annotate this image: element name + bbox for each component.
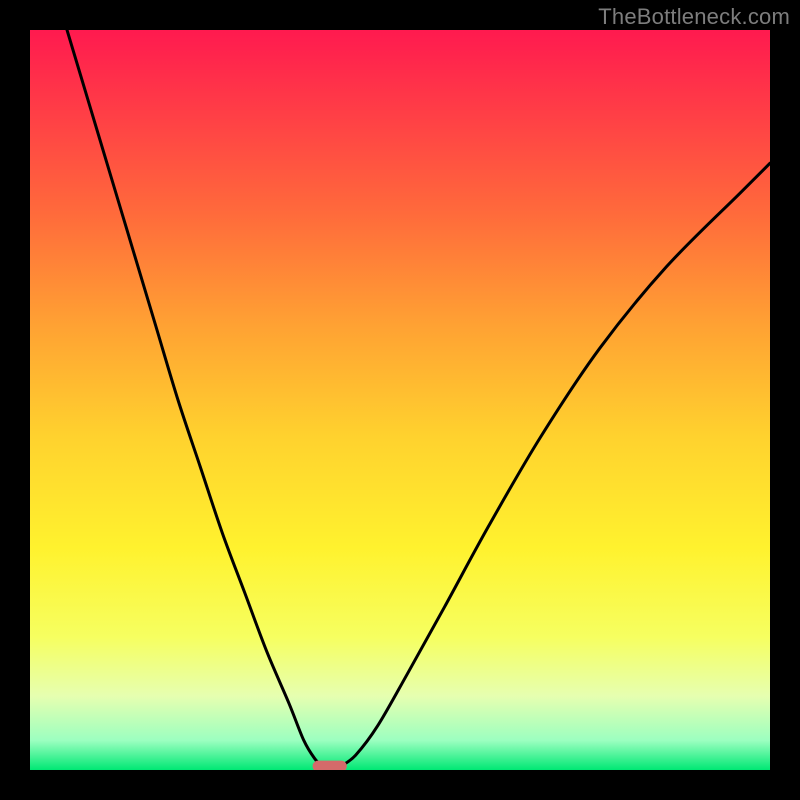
- chart-svg: [30, 30, 770, 770]
- minimum-marker: [313, 761, 346, 770]
- attribution-label: TheBottleneck.com: [598, 4, 790, 30]
- chart-frame: TheBottleneck.com: [0, 0, 800, 800]
- gradient-background: [30, 30, 770, 770]
- plot-area: [30, 30, 770, 770]
